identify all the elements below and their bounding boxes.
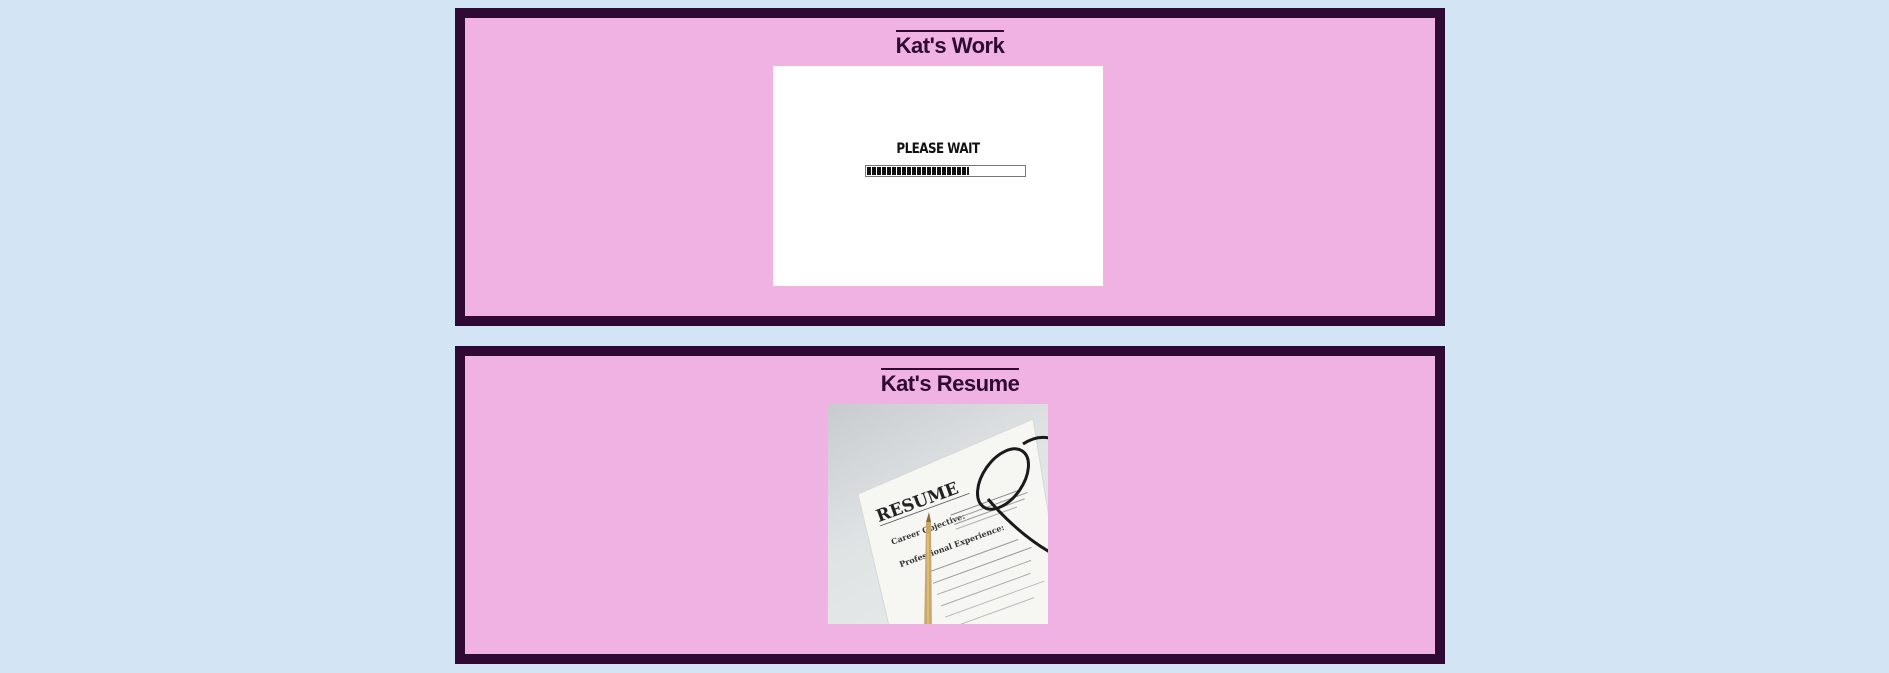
loading-progress-fill bbox=[867, 167, 970, 175]
loading-progress-bar bbox=[865, 165, 1026, 177]
work-thumbnail-link[interactable]: PLEASE WAIT bbox=[773, 66, 1103, 286]
resume-photo: RESUME Career Objective: Professional Ex… bbox=[857, 418, 1048, 624]
work-title: Kat's Work bbox=[465, 30, 1435, 59]
work-panel: Kat's Work PLEASE WAIT bbox=[455, 8, 1445, 326]
resume-thumbnail-link[interactable]: RESUME Career Objective: Professional Ex… bbox=[828, 404, 1048, 624]
please-wait-text: PLEASE WAIT bbox=[896, 141, 980, 157]
resume-panel-body: Kat's Resume RESUME Career Objective: Pr… bbox=[465, 356, 1435, 654]
work-panel-body: Kat's Work PLEASE WAIT bbox=[465, 18, 1435, 316]
resume-title: Kat's Resume bbox=[465, 368, 1435, 397]
resume-panel: Kat's Resume RESUME Career Objective: Pr… bbox=[455, 346, 1445, 664]
